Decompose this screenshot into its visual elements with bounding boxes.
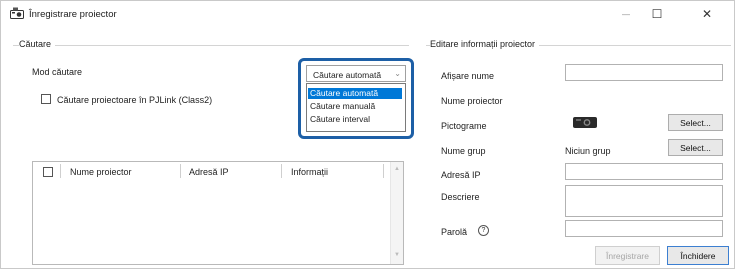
group-name-value: Niciun grup	[565, 146, 611, 156]
icon-label: Pictograme	[441, 121, 487, 131]
column-header-information[interactable]: Informații	[291, 167, 328, 177]
search-mode-label: Mod căutare	[32, 67, 83, 77]
display-name-label: Afișare nume	[441, 71, 495, 81]
ip-address-label: Adresă IP	[441, 170, 481, 180]
edit-group-title: Editare informații proiector	[430, 39, 540, 49]
projector-name-label: Nume proiector	[441, 96, 503, 106]
close-dialog-button[interactable]: Închidere	[667, 246, 729, 265]
group-select-button[interactable]: Select...	[668, 139, 723, 156]
column-separator	[60, 164, 61, 178]
window-title: Înregistrare proiector	[29, 9, 117, 20]
search-group-border	[13, 45, 409, 46]
column-header-ip-address[interactable]: Adresă IP	[189, 167, 229, 177]
close-window-button[interactable]: ✕	[693, 5, 721, 23]
maximize-button[interactable]: ☐	[643, 5, 671, 23]
scroll-down-icon: ▼	[394, 252, 400, 258]
chevron-down-icon: ⌄	[394, 69, 401, 78]
search-group-title: Căutare	[19, 39, 56, 49]
group-name-label: Nume grup	[441, 146, 486, 156]
help-icon[interactable]: ?	[478, 225, 489, 236]
minimize-icon: —	[622, 9, 630, 19]
description-label: Descriere	[441, 192, 480, 202]
column-separator	[281, 164, 282, 178]
option-automatic-search[interactable]: Căutare automată	[308, 88, 402, 99]
register-button[interactable]: Înregistrare	[595, 246, 660, 265]
password-label: Parolă	[441, 227, 468, 237]
column-separator	[383, 164, 384, 178]
select-all-checkbox[interactable]	[43, 167, 53, 177]
option-manual-search[interactable]: Căutare manuală	[308, 101, 402, 112]
password-input[interactable]	[565, 220, 723, 237]
column-separator	[180, 164, 181, 178]
scroll-up-icon: ▲	[394, 166, 400, 172]
pjlink-checkbox[interactable]	[41, 94, 51, 104]
maximize-icon: ☐	[651, 7, 663, 21]
projector-icon	[573, 117, 597, 128]
register-projector-window: Înregistrare proiector — ☐ ✕ Căutare Mod…	[0, 0, 735, 269]
display-name-input[interactable]	[565, 64, 723, 81]
icon-select-button[interactable]: Select...	[668, 114, 723, 131]
ip-address-input[interactable]	[565, 163, 723, 180]
search-mode-selected-value: Căutare automată	[313, 70, 382, 80]
column-header-projector-name[interactable]: Nume proiector	[70, 167, 132, 177]
title-bar: Înregistrare proiector — ☐ ✕	[1, 1, 735, 27]
search-mode-dropdown: Căutare automată Căutare manuală Căutare…	[306, 83, 406, 132]
projector-app-icon	[10, 7, 24, 19]
option-range-search[interactable]: Căutare interval	[308, 114, 402, 125]
description-input[interactable]	[565, 185, 723, 217]
projector-results-table: Nume proiector Adresă IP Informații ▲ ▼	[32, 161, 404, 265]
table-vertical-scrollbar[interactable]: ▲ ▼	[390, 162, 403, 264]
close-icon: ✕	[701, 7, 713, 21]
search-mode-select[interactable]: Căutare automată ⌄	[306, 65, 406, 82]
pjlink-label: Căutare proiectoare în PJLink (Class2)	[57, 95, 213, 105]
minimize-button[interactable]: —	[612, 5, 640, 23]
